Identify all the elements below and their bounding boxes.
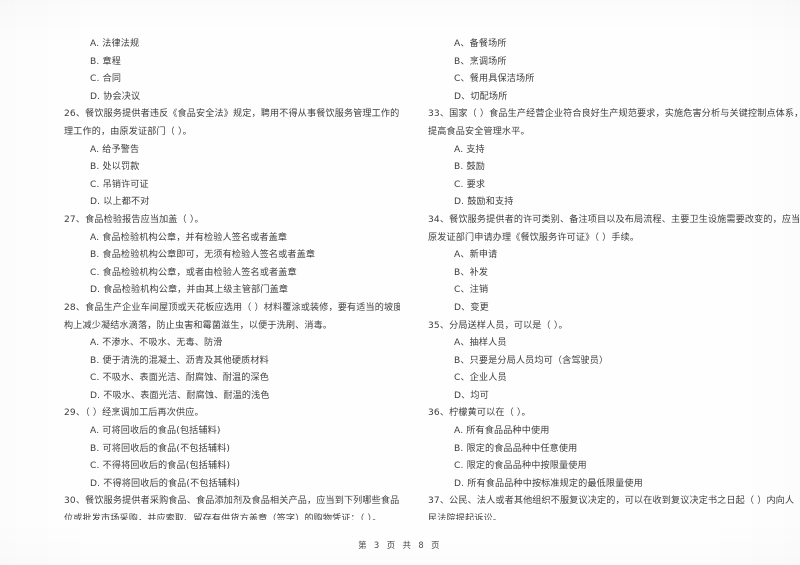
question-stem-line: 27、食品检验报告应当加盖（ ）。 bbox=[64, 214, 204, 225]
option-row: C. 不吸水、表面光洁、耐腐蚀、耐温的深色 bbox=[90, 373, 269, 384]
question-36: 36、柠檬黄可以在（ ）。 A. 所有食品品种中使用 B. 限定的食品品种中任意… bbox=[428, 405, 792, 493]
option-row: B. 章程 bbox=[90, 56, 121, 67]
option-row: D、变更 bbox=[454, 302, 489, 313]
question-stem-line: 构上减少凝结水滴落，防止虫害和霉菌滋生，以便于洗刷、消毒。 bbox=[64, 320, 333, 331]
question-34: 34、餐饮服务提供者的许可类别、备注项目以及布局流程、主要卫生设施需要改变的，应… bbox=[428, 212, 800, 318]
option-row: A、新申请 bbox=[454, 250, 498, 261]
option-row: D、均可 bbox=[454, 390, 489, 401]
page-footer: 第 3 页 共 8 页 bbox=[358, 540, 442, 550]
question-30: 30、餐饮服务提供者采购食品、食品添加剂及食品相关产品，应当到下列哪些食品生产经… bbox=[64, 493, 400, 520]
left-column: A. 法律法规 B. 章程 C. 合同 D. 协会决议 26、餐饮服务提供者违反… bbox=[0, 0, 400, 520]
option-row: A. 食品检验机构公章，并有检验人签名或者盖章 bbox=[90, 232, 288, 243]
question-35: 35、分局送样人员，可以是（ ）。 A、抽样人员 B、只要是分局人员均可（含驾驶… bbox=[428, 318, 792, 406]
two-column-body: A. 法律法规 B. 章程 C. 合同 D. 协会决议 26、餐饮服务提供者违反… bbox=[0, 0, 800, 520]
question-26: 26、餐饮服务提供者违反《食品安全法》规定，聘用不得从事餐饮服务管理工作的人员从… bbox=[64, 106, 400, 212]
option-row: B、补发 bbox=[454, 267, 489, 278]
option-row: A、备餐场所 bbox=[454, 39, 507, 49]
option-row: D. 所有食品品种中按标准规定的最低限量使用 bbox=[454, 478, 643, 489]
option-row: B、烹调场所 bbox=[454, 56, 507, 67]
question-stem-line: 28、食品生产企业车间屋顶或天花板应选用（ ）材料覆涂或装修，要有适当的坡度，在… bbox=[64, 302, 400, 313]
question-stem-line: 29、（ ）经烹调加工后再次供应。 bbox=[64, 408, 204, 419]
question-27: 27、食品检验报告应当加盖（ ）。 A. 食品检验机构公章，并有检验人签名或者盖… bbox=[64, 212, 392, 300]
option-row: C. 吊销许可证 bbox=[90, 179, 149, 190]
question-stem-line: 提高食品安全管理水平。 bbox=[428, 126, 530, 137]
right-column: A、备餐场所 B、烹调场所 C、餐用具保洁场所 D、切配场所 33、国家（ ）食… bbox=[400, 0, 800, 520]
question-stem-line: 34、餐饮服务提供者的许可类别、备注项目以及布局流程、主要卫生设施需要改变的，应… bbox=[428, 214, 800, 225]
option-row: A. 支持 bbox=[454, 144, 485, 155]
option-row: D. 不得将回收后的食品(不包括辅料) bbox=[90, 478, 241, 489]
option-row: D. 鼓励和支持 bbox=[454, 197, 514, 208]
option-row: D、切配场所 bbox=[454, 91, 508, 102]
option-row: A. 法律法规 bbox=[90, 39, 140, 49]
question-stem-line: 35、分局送样人员，可以是（ ）。 bbox=[428, 320, 568, 331]
option-row: B. 鼓励 bbox=[454, 162, 485, 173]
question-stem-line: 位或批发市场采购，并应索取、留存有供货方盖章（签字）的购物凭证：（ ）。 bbox=[64, 514, 382, 520]
option-row: C、餐用具保洁场所 bbox=[454, 74, 535, 85]
right-leading-options: A、备餐场所 B、烹调场所 C、餐用具保洁场所 D、切配场所 bbox=[428, 36, 792, 106]
exam-page: A. 法律法规 B. 章程 C. 合同 D. 协会决议 26、餐饮服务提供者违反… bbox=[0, 0, 800, 565]
option-row: C、注销 bbox=[454, 285, 489, 296]
option-row: D. 不吸水、表面光洁、耐腐蚀、耐温的浅色 bbox=[90, 390, 270, 401]
option-row: A. 给予警告 bbox=[90, 144, 140, 155]
option-row: C、企业人员 bbox=[454, 373, 507, 384]
question-stem-line: 26、餐饮服务提供者违反《食品安全法》规定，聘用不得从事餐饮服务管理工作的人员从… bbox=[64, 109, 400, 120]
question-37: 37、公民、法人或者其他组织不服复议决定的，可以在收到复议决定书之日起（ ）内向… bbox=[428, 493, 795, 520]
option-row: B. 处以罚款 bbox=[90, 162, 140, 173]
question-stem-line: 民法院提起诉讼。 bbox=[428, 514, 502, 520]
option-row: D. 协会决议 bbox=[90, 91, 141, 102]
option-row: B. 食品检验机构公章即可，无须有检验人签名或者盖章 bbox=[90, 250, 316, 261]
question-29: 29、（ ）经烹调加工后再次供应。 A. 可将回收后的食品(包括辅料) B. 可… bbox=[64, 405, 392, 493]
option-row: C. 要求 bbox=[454, 179, 486, 190]
option-row: C. 限定的食品品种中按限量使用 bbox=[454, 461, 587, 472]
option-row: C. 不得将回收后的食品(包括辅料) bbox=[90, 461, 231, 472]
option-row: B、只要是分局人员均可（含驾驶员） bbox=[454, 355, 609, 366]
question-stem-line: 33、国家（ ）食品生产经营企业符合良好生产规范要求，实施危害分析与关键控制点体… bbox=[428, 109, 800, 120]
option-row: A. 所有食品品种中使用 bbox=[454, 426, 550, 437]
option-row: C. 食品检验机构公章，或者由检验人签名或者盖章 bbox=[90, 267, 297, 278]
option-row: D. 食品检验机构公章，并由其上级主管部门盖章 bbox=[90, 285, 289, 296]
question-stem-line: 原发证部门申请办理《餐饮服务许可证》（ ）手续。 bbox=[428, 232, 640, 243]
option-row: A. 可将回收后的食品(包括辅料) bbox=[90, 426, 221, 437]
question-stem-line: 30、餐饮服务提供者采购食品、食品添加剂及食品相关产品，应当到下列哪些食品生产经… bbox=[64, 496, 400, 507]
option-row: A. 不渗水、不吸水、无毒、防滑 bbox=[90, 338, 223, 349]
question-stem-line: 36、柠檬黄可以在（ ）。 bbox=[428, 408, 531, 419]
option-row: A、抽样人员 bbox=[454, 338, 507, 349]
option-row: D. 以上都不对 bbox=[90, 197, 150, 208]
option-row: B. 便于清洗的混凝土、沥青及其他硬质材料 bbox=[90, 355, 269, 366]
option-row: B. 限定的食品品种中任意使用 bbox=[454, 443, 578, 454]
question-33: 33、国家（ ）食品生产经营企业符合良好生产规范要求，实施危害分析与关键控制点体… bbox=[428, 106, 800, 212]
option-row: B. 可将回收后的食品(不包括辅料) bbox=[90, 443, 231, 454]
question-stem-line: 37、公民、法人或者其他组织不服复议决定的，可以在收到复议决定书之日起（ ）内向… bbox=[428, 496, 795, 507]
question-28: 28、食品生产企业车间屋顶或天花板应选用（ ）材料覆涂或装修，要有适当的坡度，在… bbox=[64, 300, 400, 406]
option-row: C. 合同 bbox=[90, 74, 122, 85]
left-leading-options: A. 法律法规 B. 章程 C. 合同 D. 协会决议 bbox=[64, 36, 392, 106]
question-stem-line: 理工作的，由原发证部门（ ）。 bbox=[64, 126, 192, 137]
